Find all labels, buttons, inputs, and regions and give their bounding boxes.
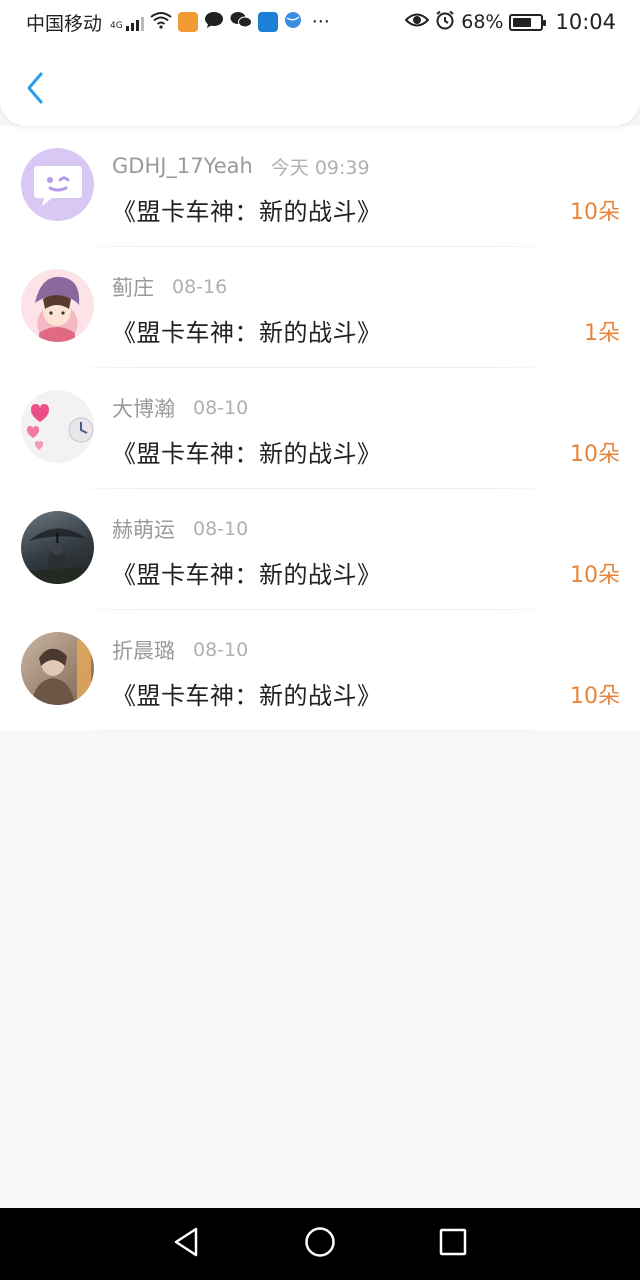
header: 中国移动 4G ··· 68% 10:04 (0, 0, 640, 126)
clock-time: 10:04 (555, 10, 616, 34)
carrier-label: 中国移动 (26, 12, 103, 35)
flower-count: 10朵 (570, 200, 620, 225)
navigation-bar (0, 1208, 640, 1280)
list-item[interactable]: GDHJ_17Yeah 今天 09:39 《盟卡车神：新的战斗》 10朵 (0, 126, 640, 247)
message-icon (204, 11, 224, 34)
user-name: 大博瀚 (112, 397, 175, 421)
nav-recents-button[interactable] (429, 1220, 477, 1268)
book-title: 《盟卡车神：新的战斗》 (112, 440, 382, 468)
user-name: GDHJ_17Yeah (112, 154, 253, 178)
item-meta: 赫萌运 08-10 (112, 514, 248, 544)
nav-back-icon (172, 1226, 202, 1262)
book-title: 《盟卡车神：新的战斗》 (112, 198, 382, 226)
book-title: 《盟卡车神：新的战斗》 (112, 319, 382, 347)
list-item[interactable]: 赫萌运 08-10 《盟卡车神：新的战斗》 10朵 (0, 489, 640, 610)
signal-icon: 4G (108, 13, 144, 31)
list-item[interactable]: 大博瀚 08-10 《盟卡车神：新的战斗》 10朵 (0, 368, 640, 489)
flower-count: 10朵 (570, 684, 620, 709)
item-meta: 折晨璐 08-10 (112, 635, 248, 665)
wechat-icon (230, 11, 252, 34)
list-item[interactable]: 折晨璐 08-10 《盟卡车神：新的战斗》 10朵 (0, 610, 640, 731)
user-name: 赫萌运 (112, 518, 175, 542)
wifi-icon (150, 11, 172, 34)
alarm-icon (435, 10, 455, 35)
flag-app-icon (257, 12, 278, 32)
flower-count: 10朵 (570, 442, 620, 467)
battery-icon (509, 13, 547, 31)
back-button[interactable] (18, 70, 52, 110)
battery-fill (513, 17, 532, 27)
battery-percent: 68% (461, 11, 504, 33)
user-name: 折晨璐 (112, 639, 175, 663)
date-label: 08-10 (193, 397, 249, 419)
hearts-clock-avatar[interactable] (21, 390, 94, 463)
date-label: 今天 09:39 (270, 156, 370, 179)
list-item[interactable]: 蓟庄 08-16 《盟卡车神：新的战斗》 1朵 (0, 247, 640, 368)
more-notifications-label: ··· (311, 11, 330, 33)
status-bar: 中国移动 4G ··· 68% 10:04 (0, 0, 640, 44)
divider (70, 730, 560, 731)
eye-icon (404, 11, 430, 34)
book-title: 《盟卡车神：新的战斗》 (112, 682, 382, 710)
user-name: 蓟庄 (112, 276, 154, 300)
date-label: 08-16 (172, 276, 228, 298)
chat-bubble-avatar[interactable] (21, 148, 94, 221)
photo-person-avatar[interactable] (21, 632, 94, 705)
status-bar-right: 68% 10:04 (404, 10, 616, 35)
nav-recents-icon (438, 1227, 468, 1261)
chevron-left-icon (25, 71, 45, 109)
network-type-label: 4G (110, 21, 123, 31)
status-bar-left: 中国移动 4G ··· (26, 9, 330, 36)
nav-home-icon (304, 1226, 336, 1262)
book-title: 《盟卡车神：新的战斗》 (112, 561, 382, 589)
item-meta: GDHJ_17Yeah 今天 09:39 (112, 151, 370, 181)
item-meta: 蓟庄 08-16 (112, 272, 227, 302)
flower-count: 1朵 (584, 321, 620, 346)
record-list: GDHJ_17Yeah 今天 09:39 《盟卡车神：新的战斗》 10朵 蓟庄 … (0, 126, 640, 731)
flower-count: 10朵 (570, 563, 620, 588)
rain-umbrella-avatar[interactable] (21, 511, 94, 584)
anime-girl-avatar[interactable] (21, 269, 94, 342)
date-label: 08-10 (193, 639, 249, 661)
app-notification-icon (177, 12, 198, 32)
date-label: 08-10 (193, 518, 249, 540)
nav-home-button[interactable] (296, 1220, 344, 1268)
item-meta: 大博瀚 08-10 (112, 393, 248, 423)
nav-back-button[interactable] (163, 1220, 211, 1268)
globe-app-icon (284, 11, 302, 34)
